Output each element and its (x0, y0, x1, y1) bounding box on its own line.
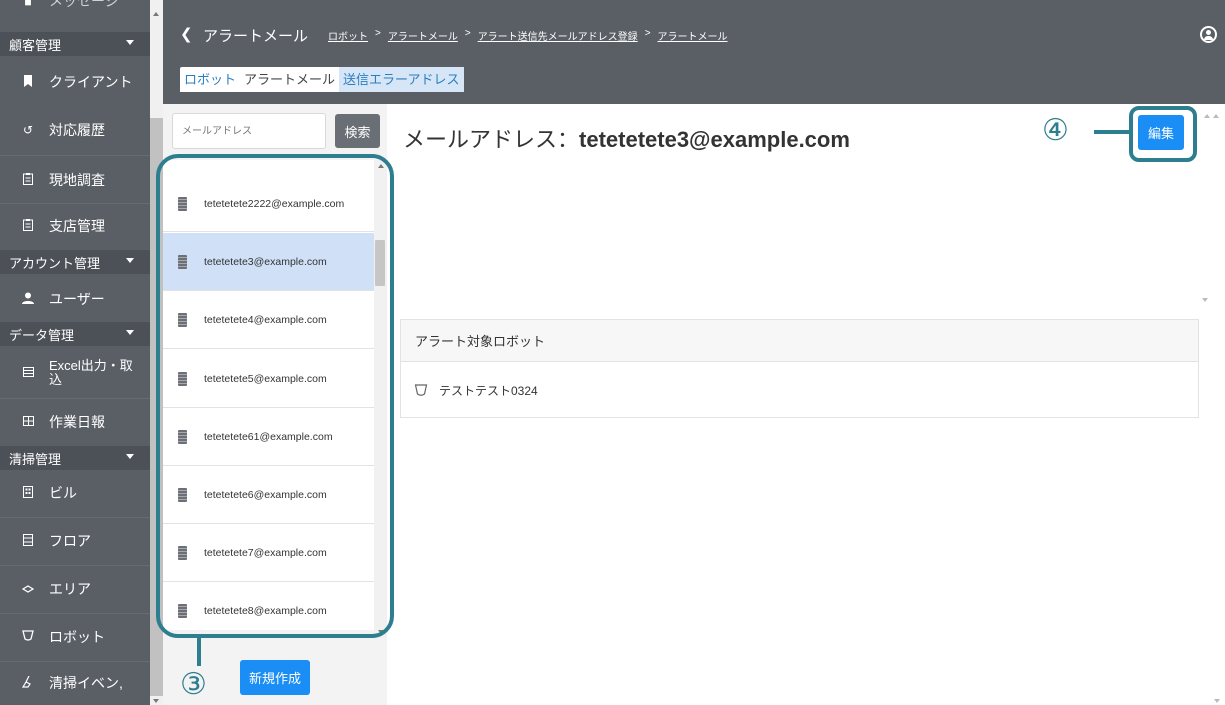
breadcrumb-separator-icon: > (644, 28, 651, 39)
new-create-button[interactable]: 新規作成 (240, 660, 310, 695)
grid-icon (21, 415, 35, 429)
robot-row[interactable]: テストテスト0324 (401, 362, 1198, 418)
list-callout-frame (156, 154, 394, 638)
tab-alert-mail[interactable]: アラートメール (240, 67, 340, 92)
scroll-down-arrow-icon[interactable] (1202, 298, 1208, 302)
breadcrumb: ロボット > アラートメール > アラート送信先メールアドレス登録 > アラート… (328, 28, 728, 43)
area-icon (21, 582, 35, 596)
page-title: アラートメール (203, 28, 309, 45)
tab-robot[interactable]: ロボット (180, 67, 240, 92)
breadcrumb-link[interactable]: ロボット (328, 28, 368, 43)
caret-down-icon[interactable] (126, 330, 134, 335)
scroll-up-arrow-icon[interactable] (1204, 114, 1210, 118)
detail-title: メールアドレス：tetetetete3@example.com (403, 122, 850, 154)
bookmark-icon (21, 74, 35, 90)
card-header: アラート対象ロボット (401, 320, 1198, 362)
sidebar-item-daily-report[interactable]: 作業日報 (0, 400, 150, 444)
sidebar-group-data[interactable]: データ管理 (0, 322, 150, 346)
robot-icon (414, 384, 428, 396)
sidebar-item-survey[interactable]: 現地調査 (0, 158, 150, 202)
list-callout-line (197, 636, 201, 666)
robot-name: テストテスト0324 (439, 383, 538, 398)
caret-down-icon[interactable] (126, 258, 134, 263)
scroll-up-arrow-icon[interactable] (153, 12, 159, 16)
back-chevron-icon[interactable]: ❮ (180, 25, 193, 43)
scroll-up-arrow-icon[interactable] (1213, 114, 1219, 118)
floor-icon (21, 533, 35, 549)
clipboard-icon (21, 172, 35, 188)
edit-callout-number: ④ (1042, 113, 1069, 148)
sidebar: ■ メッセージ 顧客管理 クライアント ↺ 対応履歴 現地調査 支店管理 アカウ… (0, 0, 150, 705)
divider (0, 155, 150, 156)
breadcrumb-separator-icon: > (375, 28, 381, 39)
message-icon: ■ (24, 0, 32, 9)
sidebar-item-robot[interactable]: ロボット (0, 614, 150, 660)
sidebar-item-message[interactable]: ■ メッセージ (0, 0, 150, 16)
breadcrumb-link[interactable]: アラート送信先メールアドレス登録 (478, 28, 638, 43)
sidebar-item-cleaning-event[interactable]: 清掃イベン, (0, 662, 150, 705)
broom-icon (21, 675, 35, 691)
sidebar-item-branch[interactable]: 支店管理 (0, 204, 150, 248)
sidebar-item-building[interactable]: ビル (0, 470, 150, 516)
detail-title-value: tetetetete3@example.com (579, 127, 850, 152)
clipboard-icon (21, 218, 35, 234)
history-icon: ↺ (22, 123, 34, 137)
detail-title-label: メールアドレス： (403, 127, 580, 152)
sidebar-item-user[interactable]: ユーザー (0, 277, 150, 321)
caret-down-icon[interactable] (126, 454, 134, 459)
search-input[interactable] (172, 113, 326, 149)
search-button[interactable]: 検索 (335, 114, 380, 148)
sidebar-group-account[interactable]: アカウント管理 (0, 250, 150, 274)
scroll-down-arrow-icon[interactable] (153, 699, 159, 703)
building-icon (21, 485, 35, 501)
sidebar-item-history[interactable]: ↺ 対応履歴 (0, 108, 150, 152)
scroll-down-arrow-icon[interactable] (1214, 699, 1220, 703)
sidebar-group-cleaning[interactable]: 清掃管理 (0, 446, 150, 470)
breadcrumb-link[interactable]: アラートメール (658, 28, 728, 43)
table-icon (21, 366, 35, 380)
sidebar-item-area[interactable]: エリア (0, 566, 150, 612)
robot-icon (21, 630, 35, 644)
sidebar-item-excel[interactable]: Excel出力・取込 (0, 350, 150, 396)
edit-callout-frame (1129, 106, 1197, 162)
alert-robot-card: アラート対象ロボット テストテスト0324 (400, 319, 1199, 418)
breadcrumb-link[interactable]: アラートメール (388, 28, 458, 43)
tab-send-error-address[interactable]: 送信エラーアドレス (339, 67, 464, 92)
sidebar-item-client[interactable]: クライアント (0, 60, 150, 104)
edit-callout-line (1094, 130, 1130, 134)
tab-bar: ロボット アラートメール 送信エラーアドレス (180, 67, 464, 92)
caret-down-icon[interactable] (126, 40, 134, 45)
divider (0, 398, 150, 399)
account-icon[interactable] (1200, 26, 1217, 43)
list-callout-number: ③ (180, 667, 207, 702)
sidebar-group-customer[interactable]: 顧客管理 (0, 32, 150, 56)
breadcrumb-separator-icon: > (464, 28, 471, 39)
user-icon (21, 292, 35, 307)
sidebar-item-floor[interactable]: フロア (0, 518, 150, 564)
